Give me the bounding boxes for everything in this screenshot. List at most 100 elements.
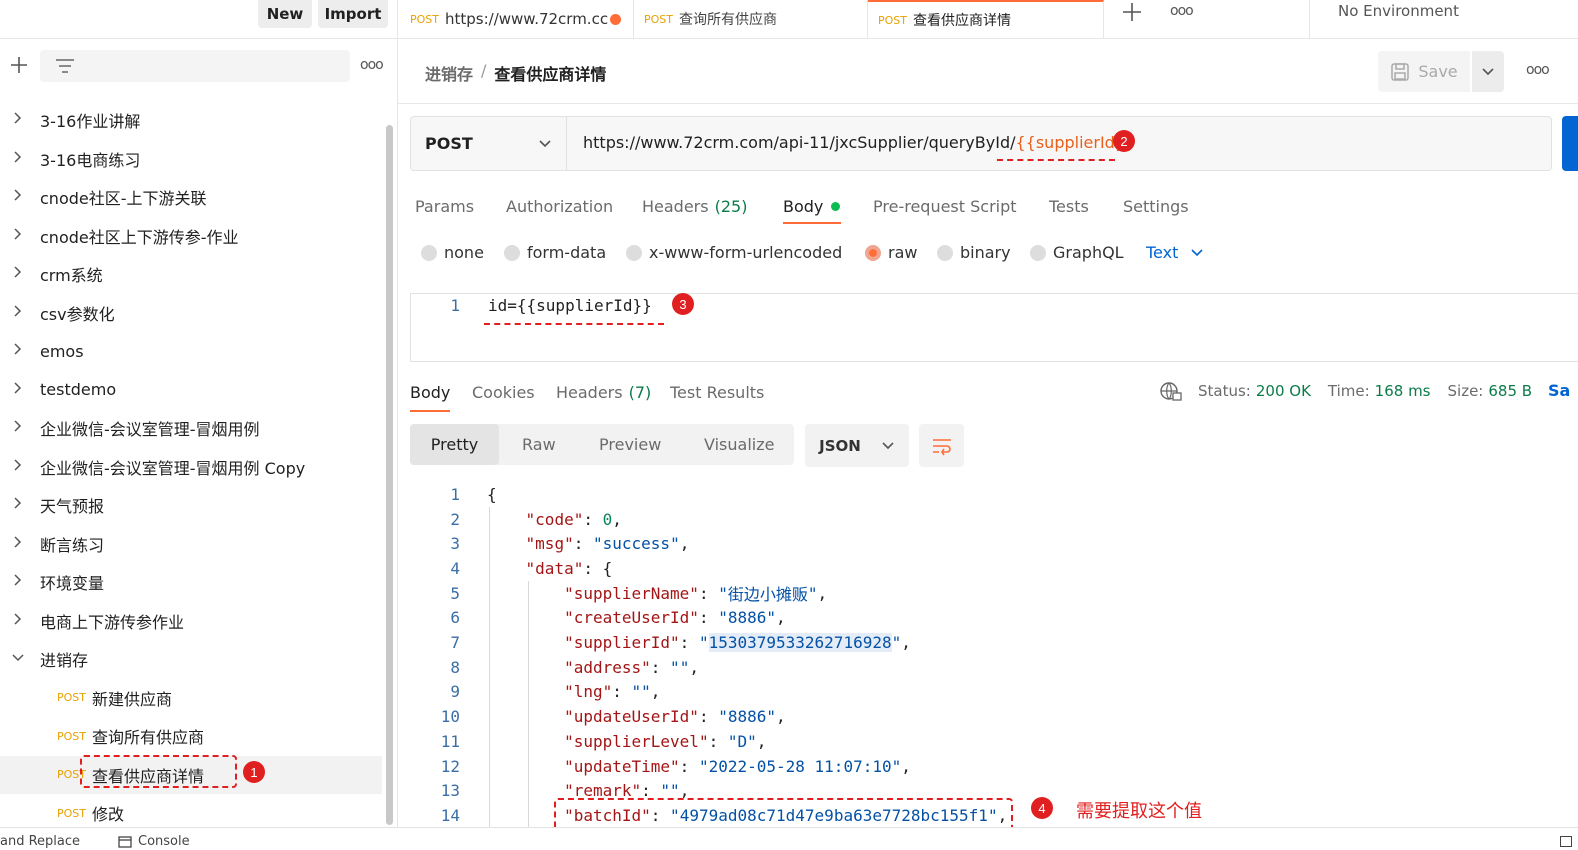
sidebar-collection[interactable]: 3-16电商练习 — [0, 140, 382, 178]
send-button[interactable] — [1562, 116, 1578, 171]
sidebar-collection[interactable]: 电商上下游传参作业 — [0, 602, 382, 640]
response-code-line: 3 " msg ": " success ", — [410, 531, 1570, 556]
view-mode-pretty[interactable]: Pretty — [410, 424, 499, 465]
layout-icon[interactable] — [1560, 836, 1572, 847]
status-value[interactable]: 200 OK — [1256, 382, 1311, 400]
sidebar-collection[interactable]: testdemo — [0, 371, 382, 409]
indent-guide — [528, 581, 529, 827]
wrap-lines-button[interactable] — [919, 424, 964, 467]
tab-tests[interactable]: Tests — [1049, 192, 1089, 220]
tab-request-2[interactable]: POST 查询所有供应商 — [634, 0, 868, 38]
filter-input[interactable] — [40, 50, 350, 82]
sidebar-collection[interactable]: cnode社区-上下游关联 — [0, 178, 382, 216]
save-response-button[interactable]: Sa — [1548, 381, 1570, 400]
response-code-line: 6 " createUserId ": " 8886 ", — [410, 606, 1570, 631]
json-colon: : — [650, 657, 671, 677]
sidebar-collection[interactable]: 进销存 — [0, 640, 382, 678]
json-quote: " — [807, 583, 818, 603]
response-tab-test-results[interactable]: Test Results — [670, 380, 764, 404]
code-line-number: 9 — [450, 682, 460, 702]
json-colon: : — [612, 682, 632, 702]
sidebar-scrollbar[interactable] — [386, 125, 393, 825]
tab-params[interactable]: Params — [415, 192, 474, 220]
divider — [1309, 0, 1310, 38]
sidebar-collection-label: 环境变量 — [40, 574, 105, 593]
response-tab-headers[interactable]: Headers (7) — [556, 380, 651, 404]
radio-label: none — [444, 243, 484, 262]
sidebar-collection[interactable]: 天气预报 — [0, 486, 382, 524]
format-select[interactable]: JSON — [805, 424, 909, 467]
tab-headers[interactable]: Headers (25) — [642, 192, 747, 220]
sidebar-collection[interactable]: 企业微信-会议室管理-冒烟用例 — [0, 409, 382, 447]
chevron-right-icon — [10, 612, 26, 630]
method-select[interactable]: POST — [411, 117, 567, 170]
url-input[interactable]: https://www.72crm.com/api-11/jxcSupplier… — [583, 133, 1135, 152]
sidebar-collection[interactable]: cnode社区上下游传参-作业 — [0, 217, 382, 255]
response-status: Status: 200 OK Time: 168 ms Size: 685 B — [1198, 382, 1532, 400]
format-label: JSON — [819, 436, 861, 455]
tab-request-3-active[interactable]: POST 查看供应商详情 — [868, 0, 1104, 38]
tab-settings[interactable]: Settings — [1123, 192, 1189, 220]
tab-authorization[interactable]: Authorization — [506, 192, 613, 220]
method-label: POST — [425, 134, 473, 153]
raw-format-select[interactable]: Text — [1146, 243, 1204, 262]
raw-format-label: Text — [1146, 243, 1179, 262]
time-value[interactable]: 168 ms — [1375, 382, 1431, 400]
console-button[interactable]: Console — [118, 834, 190, 849]
breadcrumb-parent[interactable]: 进销存 — [425, 61, 473, 85]
radio-none[interactable]: none — [421, 243, 484, 262]
response-tab-cookies[interactable]: Cookies — [472, 380, 535, 404]
sidebar-collection[interactable]: emos — [0, 332, 382, 370]
new-tab-icon[interactable] — [1120, 0, 1144, 24]
tab-request-1[interactable]: POST https://www.72crm.cc — [400, 0, 634, 38]
find-replace-button[interactable]: and Replace — [0, 834, 80, 849]
tab-body[interactable]: Body — [783, 192, 841, 220]
json-quote: " — [641, 682, 651, 702]
json-quote: " — [631, 682, 642, 702]
chevron-right-icon — [10, 265, 26, 283]
code-line-number: 3 — [450, 534, 460, 554]
json-string: 街边小摊贩 — [727, 585, 808, 605]
sidebar-request-item[interactable]: POST 查询所有供应商 — [0, 717, 382, 755]
new-button[interactable]: New — [258, 0, 312, 28]
radio-label: x-www-form-urlencoded — [649, 243, 843, 262]
radio-label: GraphQL — [1053, 243, 1124, 262]
radio-label: raw — [888, 243, 918, 262]
json-brace: { — [602, 558, 613, 578]
view-mode-visualize[interactable]: Visualize — [704, 435, 774, 454]
sidebar-collection[interactable]: crm系统 — [0, 255, 382, 293]
save-button[interactable]: Save — [1378, 51, 1470, 92]
tabs-more-icon[interactable]: ooo — [1170, 3, 1194, 19]
radio-form-data[interactable]: form-data — [504, 243, 606, 262]
body-text[interactable]: id={{supplierId}} — [488, 296, 652, 315]
save-dropdown-button[interactable] — [1472, 51, 1504, 92]
add-icon[interactable] — [8, 54, 30, 76]
request-more-icon[interactable]: ooo — [1526, 62, 1550, 78]
sidebar-collection[interactable]: csv参数化 — [0, 294, 382, 332]
view-mode-preview[interactable]: Preview — [599, 435, 661, 454]
tab-pre-request-script[interactable]: Pre-request Script — [873, 192, 1017, 220]
globe-icon[interactable] — [1159, 381, 1183, 403]
radio-raw[interactable]: raw — [865, 243, 917, 262]
size-value[interactable]: 685 B — [1488, 382, 1532, 400]
radio-graphql[interactable]: GraphQL — [1030, 243, 1124, 262]
response-tab-body[interactable]: Body — [410, 380, 450, 404]
radio-binary[interactable]: binary — [937, 243, 1011, 262]
sidebar-collection[interactable]: 断言练习 — [0, 525, 382, 563]
sidebar-collection[interactable]: 环境变量 — [0, 563, 382, 601]
sidebar-collection[interactable]: 企业微信-会议室管理-冒烟用例 Copy — [0, 448, 382, 486]
view-mode-raw[interactable]: Raw — [522, 435, 556, 454]
annotation-badge-4: 4 — [1031, 797, 1053, 819]
json-comma: , — [612, 509, 622, 529]
radio-urlencoded[interactable]: x-www-form-urlencoded — [626, 243, 842, 262]
import-button[interactable]: Import — [318, 0, 388, 28]
sidebar-collection[interactable]: 3-16作业讲解 — [0, 101, 382, 139]
environment-select[interactable]: No Environment — [1338, 2, 1459, 20]
annotation-box-1 — [80, 755, 237, 788]
code-line-number: 2 — [450, 509, 460, 529]
filter-icon — [56, 59, 74, 73]
radio-label: binary — [960, 243, 1011, 262]
more-icon[interactable]: ooo — [360, 57, 384, 73]
sidebar-request-item[interactable]: POST 新建供应商 — [0, 679, 382, 717]
